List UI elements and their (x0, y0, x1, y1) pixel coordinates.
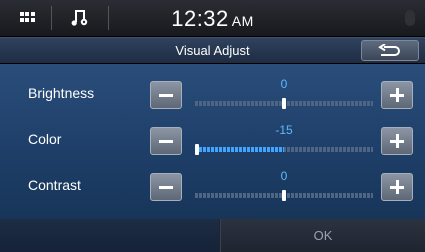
back-button[interactable] (361, 40, 419, 61)
bottom-bar: OK (0, 219, 425, 252)
clock-ampm: AM (231, 13, 254, 29)
microphone-icon (405, 10, 415, 26)
brightness-slider-knob[interactable] (282, 98, 286, 109)
bottom-bar-empty (0, 219, 219, 252)
brightness-increase-button[interactable] (381, 81, 413, 109)
ok-button[interactable]: OK (220, 219, 425, 252)
clock-time: 12:32 (171, 6, 229, 31)
contrast-row: Contrast 0 (0, 164, 425, 210)
back-arrow-icon (378, 43, 400, 56)
minus-icon (159, 186, 173, 189)
contrast-decrease-button[interactable] (150, 173, 182, 201)
color-slider-knob[interactable] (195, 144, 199, 155)
brightness-value: 0 (280, 77, 288, 91)
contrast-slider[interactable] (195, 190, 373, 201)
contrast-increase-button[interactable] (381, 173, 413, 201)
contrast-label: Contrast (28, 177, 81, 193)
brightness-row: Brightness 0 (0, 72, 425, 118)
contrast-value: 0 (280, 169, 288, 183)
color-label: Color (28, 131, 62, 147)
minus-icon (159, 94, 173, 97)
status-bar: 12:32 AM (0, 0, 425, 36)
contrast-slider-knob[interactable] (282, 190, 286, 201)
color-decrease-button[interactable] (150, 127, 182, 155)
adjust-panel: Brightness 0 Color -15 Contrast 0 (0, 64, 425, 219)
brightness-label: Brightness (28, 85, 95, 101)
color-slider-fill (195, 147, 284, 152)
color-row: Color -15 (0, 118, 425, 164)
title-bar: Visual Adjust (0, 37, 425, 63)
color-slider[interactable] (195, 144, 373, 155)
color-increase-button[interactable] (381, 127, 413, 155)
clock: 12:32 AM (0, 6, 425, 32)
brightness-decrease-button[interactable] (150, 81, 182, 109)
brightness-slider[interactable] (195, 98, 373, 109)
minus-icon (159, 140, 173, 143)
color-value: -15 (275, 123, 293, 137)
